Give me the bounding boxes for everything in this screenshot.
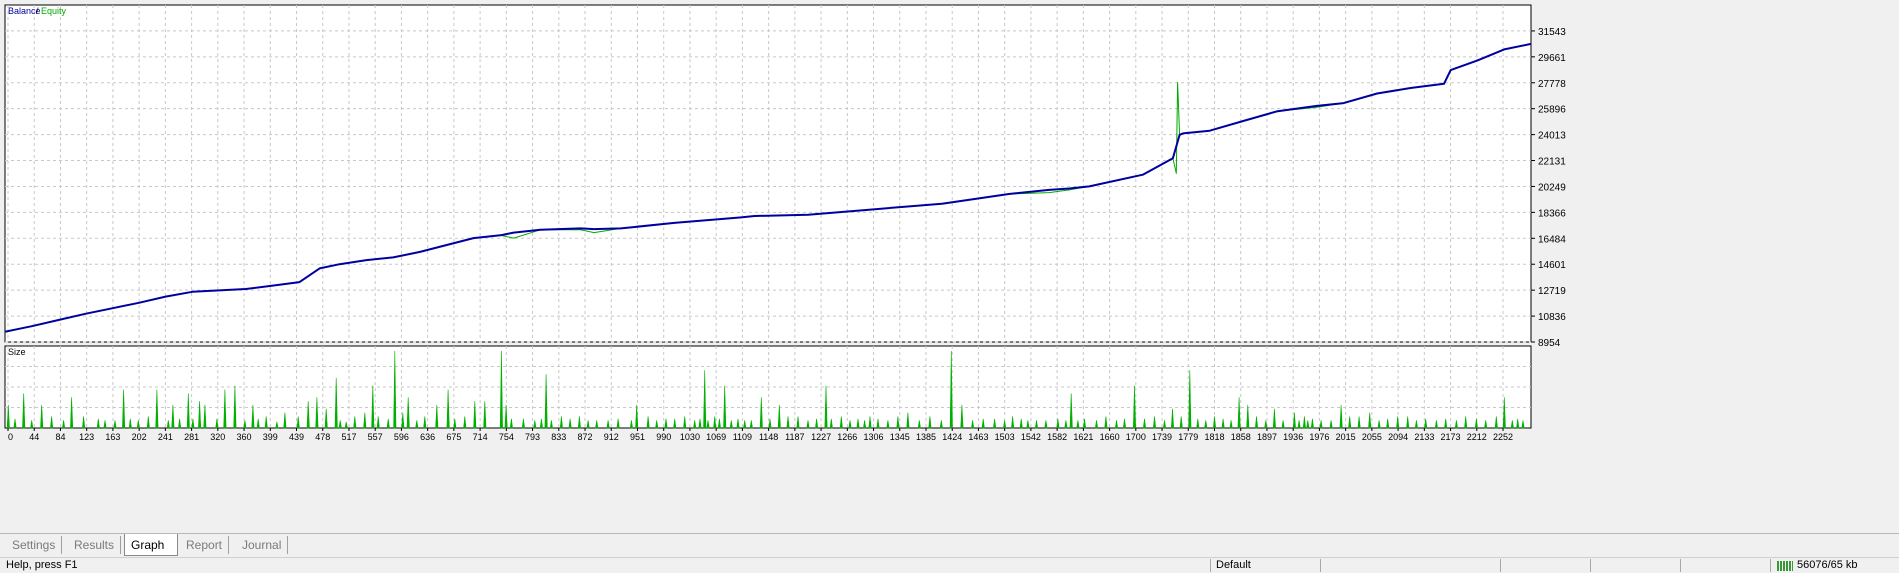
status-divider xyxy=(1770,559,1771,572)
y-tick-label: 10836 xyxy=(1538,312,1566,323)
y-tick-label: 24013 xyxy=(1538,131,1566,142)
x-tick-label: 1345 xyxy=(890,432,910,442)
x-tick-label: 1148 xyxy=(759,432,778,442)
x-tick-label: 990 xyxy=(656,432,671,442)
status-divider xyxy=(1320,559,1321,572)
x-tick-label: 1818 xyxy=(1204,432,1224,442)
size-panel-title: Size xyxy=(8,347,26,357)
x-tick-label: 241 xyxy=(158,432,173,442)
x-tick-label: 2133 xyxy=(1414,432,1434,442)
x-tick-label: 1897 xyxy=(1257,432,1277,442)
strategy-tester-graph: 31543 29661 27778 25896 24013 22131 20249 18366… xyxy=(4,4,1566,442)
x-tick-label: 1976 xyxy=(1309,432,1329,442)
x-tick-label: 360 xyxy=(237,432,252,442)
x-tick-label: 1385 xyxy=(916,432,936,442)
tab-settings[interactable]: Settings xyxy=(6,536,63,554)
x-tick-label: 517 xyxy=(341,432,356,442)
x-tick-label: 754 xyxy=(499,432,514,442)
x-tick-label: 439 xyxy=(289,432,304,442)
x-tick-label: 1187 xyxy=(785,432,804,442)
x-tick-label: 1779 xyxy=(1178,432,1198,442)
tab-report[interactable]: Report xyxy=(180,536,230,554)
x-tick-label: 1030 xyxy=(680,432,700,442)
legend-equity: Equity xyxy=(41,6,67,16)
x-tick-label: 163 xyxy=(105,432,120,442)
y-tick-label: 29661 xyxy=(1538,53,1566,64)
x-tick-label: 1109 xyxy=(733,432,752,442)
y-tick-label: 22131 xyxy=(1538,157,1566,168)
x-tick-label: 1936 xyxy=(1283,432,1303,442)
x-tick-label: 872 xyxy=(578,432,593,442)
tab-journal[interactable]: Journal xyxy=(236,536,289,554)
x-tick-label: 1858 xyxy=(1231,432,1251,442)
x-tick-label: 2055 xyxy=(1362,432,1382,442)
status-bar: Help, press F1 Default 56076/65 kb xyxy=(0,557,1899,573)
x-tick-label: 1739 xyxy=(1152,432,1172,442)
x-tick-label: 951 xyxy=(630,432,645,442)
y-tick-label: 25896 xyxy=(1538,105,1566,116)
x-tick-label: 1542 xyxy=(1021,432,1041,442)
y-tick-label: 31543 xyxy=(1538,27,1566,38)
x-tick-label: 202 xyxy=(132,432,147,442)
x-tick-label: 478 xyxy=(315,432,330,442)
x-tick-label: 1700 xyxy=(1126,432,1146,442)
x-tick-label: 1069 xyxy=(706,432,726,442)
tab-results[interactable]: Results xyxy=(68,536,122,554)
x-tick-label: 1621 xyxy=(1073,432,1093,442)
status-divider xyxy=(1680,559,1681,572)
x-tick-label: 675 xyxy=(446,432,461,442)
x-tick-label: 557 xyxy=(368,432,383,442)
x-tick-label: 1424 xyxy=(942,432,962,442)
x-tick-label: 2015 xyxy=(1336,432,1356,442)
x-tick-label: 833 xyxy=(551,432,566,442)
x-tick-label: 1660 xyxy=(1100,432,1120,442)
y-tick-label: 18366 xyxy=(1538,208,1566,219)
x-tick-label: 1503 xyxy=(995,432,1015,442)
y-tick-label: 20249 xyxy=(1538,182,1566,193)
x-tick-label: 1227 xyxy=(811,432,831,442)
x-tick-label: 1582 xyxy=(1047,432,1067,442)
status-help-text: Help, press F1 xyxy=(6,559,78,571)
x-tick-label: 2173 xyxy=(1441,432,1461,442)
x-tick-label: 1266 xyxy=(837,432,857,442)
y-tick-label: 27778 xyxy=(1538,79,1566,90)
tester-tab-bar: Settings Results Graph Report Journal xyxy=(0,533,1899,558)
status-divider xyxy=(1210,559,1211,572)
x-tick-label: 912 xyxy=(604,432,619,442)
x-tick-label: 320 xyxy=(210,432,225,442)
x-tick-label: 1306 xyxy=(864,432,884,442)
x-tick-label: 84 xyxy=(55,432,65,442)
status-profile: Default xyxy=(1216,559,1251,571)
x-tick-label: 793 xyxy=(525,432,540,442)
y-tick-label: 12719 xyxy=(1538,286,1566,297)
y-tick-label: 8954 xyxy=(1538,338,1561,349)
x-tick-label: 636 xyxy=(420,432,435,442)
y-tick-label: 16484 xyxy=(1538,234,1566,245)
x-tick-label: 2094 xyxy=(1388,432,1408,442)
connection-signal-icon xyxy=(1777,561,1793,571)
y-tick-label: 14601 xyxy=(1538,260,1566,271)
balance-panel-frame xyxy=(4,4,1532,343)
status-divider xyxy=(1590,559,1591,572)
status-traffic: 56076/65 kb xyxy=(1797,559,1858,571)
x-tick-label: 399 xyxy=(263,432,278,442)
x-tick-label: 44 xyxy=(29,432,39,442)
x-tick-label: 596 xyxy=(394,432,409,442)
tab-graph[interactable]: Graph xyxy=(124,534,178,556)
x-tick-label: 2212 xyxy=(1467,432,1487,442)
status-divider xyxy=(1500,559,1501,572)
x-tick-label: 714 xyxy=(473,432,488,442)
x-tick-label: 2252 xyxy=(1493,432,1513,442)
x-tick-label: 281 xyxy=(184,432,199,442)
x-tick-label: 1463 xyxy=(968,432,988,442)
x-tick-label: 0 xyxy=(8,432,13,442)
x-tick-label: 123 xyxy=(79,432,94,442)
